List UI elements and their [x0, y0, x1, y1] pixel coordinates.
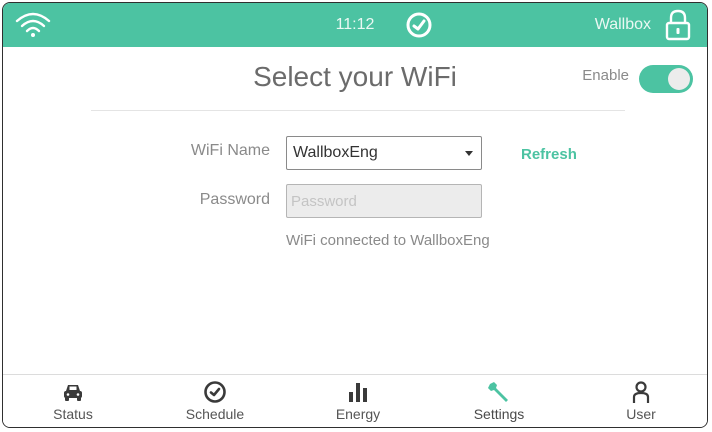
- enable-toggle[interactable]: [639, 65, 693, 93]
- car-icon: [64, 385, 82, 401]
- wifi-name-select[interactable]: WallboxEng: [286, 136, 482, 170]
- toggle-knob: [668, 68, 690, 90]
- device-name: Wallbox: [594, 16, 651, 33]
- wifi-name-label: WiFi Name: [190, 142, 270, 159]
- password-input[interactable]: [286, 184, 482, 218]
- refresh-button[interactable]: Refresh: [521, 146, 577, 163]
- user-icon: [632, 381, 650, 403]
- chevron-down-icon: [465, 151, 473, 156]
- clock-time: 11:12: [335, 16, 375, 33]
- nav-schedule[interactable]: Schedule: [155, 375, 275, 427]
- nav-status[interactable]: Status: [13, 375, 133, 427]
- bar-chart-icon: [349, 383, 367, 402]
- enable-label: Enable: [582, 67, 629, 84]
- password-label: Password: [199, 191, 270, 208]
- lock-icon[interactable]: [665, 9, 691, 41]
- nav-settings[interactable]: Settings: [439, 375, 559, 427]
- nav-schedule-label: Schedule: [185, 406, 245, 422]
- nav-status-label: Status: [53, 406, 93, 422]
- header-bar: 11:12 Wallbox: [3, 3, 707, 47]
- wifi-selected-value: WallboxEng: [293, 144, 378, 161]
- clock-icon: [204, 381, 226, 403]
- nav-energy[interactable]: Energy: [298, 375, 418, 427]
- nav-settings-label: Settings: [473, 406, 525, 422]
- wifi-icon[interactable]: [15, 11, 51, 39]
- title-divider: [91, 110, 625, 111]
- nav-user-label: User: [626, 406, 656, 422]
- wrench-icon: [488, 382, 508, 402]
- connection-status: WiFi connected to WallboxEng: [286, 232, 490, 249]
- nav-user[interactable]: User: [581, 375, 701, 427]
- nav-energy-label: Energy: [335, 406, 381, 422]
- app-frame: 11:12 Wallbox Select your WiFi Enable Wi…: [2, 2, 708, 428]
- clock-icon: [406, 12, 432, 38]
- bottom-nav: Status Schedule Energy Settings User: [3, 374, 707, 427]
